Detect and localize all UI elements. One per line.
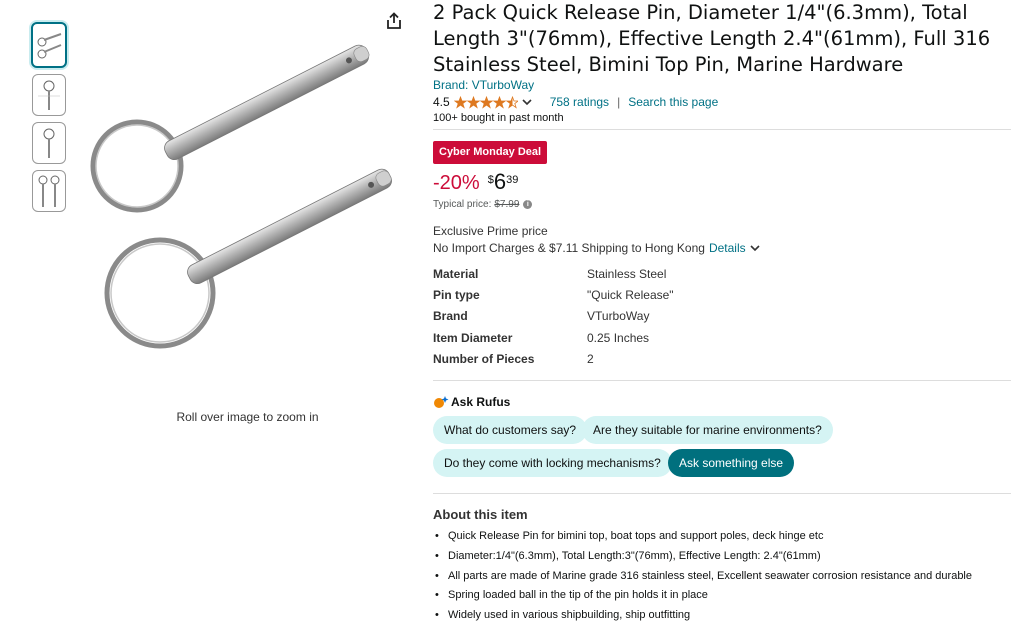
spec-row: Material Stainless Steel [433, 263, 1011, 284]
discount-percent: -20% [433, 172, 480, 194]
separator: | [617, 95, 621, 109]
spec-value: Stainless Steel [587, 266, 667, 281]
divider [433, 380, 1011, 381]
spec-row: Number of Pieces 2 [433, 348, 1011, 369]
spec-key: Material [433, 266, 479, 281]
typical-price-label: Typical price: [433, 199, 492, 210]
list-item: Diameter:1/4"(6.3mm), Total Length:3"(76… [433, 548, 1011, 568]
rufus-chip-marine[interactable]: Are they suitable for marine environment… [582, 416, 833, 444]
ratings-count-link[interactable]: 758 ratings [550, 95, 609, 109]
list-item: Spring loaded ball in the tip of the pin… [433, 587, 1011, 607]
price-row: -20% $ 6 39 [433, 170, 1011, 196]
spec-value: "Quick Release" [587, 287, 674, 302]
spec-value: 2 [587, 351, 594, 366]
main-product-image[interactable] [85, 40, 415, 350]
list-item: All parts are made of Marine grade 316 s… [433, 568, 1011, 588]
spec-row: Item Diameter 0.25 Inches [433, 327, 1011, 348]
spec-row: Pin type "Quick Release" [433, 284, 1011, 305]
share-icon[interactable] [384, 11, 404, 31]
star-icon [453, 95, 518, 109]
typical-price-value: $7.99 [494, 199, 520, 210]
spec-key: Number of Pieces [433, 351, 535, 366]
price-whole: 6 [493, 169, 507, 194]
chevron-down-icon[interactable] [748, 241, 762, 255]
shipping-charges: No Import Charges & $7.11 Shipping to Ho… [433, 241, 705, 255]
shipping-info: No Import Charges & $7.11 Shipping to Ho… [433, 241, 1011, 255]
thumbnail-1[interactable] [31, 22, 67, 68]
list-item: Quick Release Pin for bimini top, boat t… [433, 528, 1011, 548]
about-bullets: Quick Release Pin for bimini top, boat t… [433, 528, 1011, 627]
thumbnail-single-pin-image [43, 128, 55, 158]
zoom-hint: Roll over image to zoom in [176, 410, 319, 424]
star-rating[interactable] [453, 95, 518, 109]
divider [433, 129, 1011, 130]
rufus-chip-locking[interactable]: Do they come with locking mechanisms? [433, 449, 672, 477]
about-title: About this item [433, 507, 528, 522]
prime-price-label: Exclusive Prime price [433, 224, 548, 238]
ask-something-else-button[interactable]: Ask something else [668, 449, 795, 477]
spec-value: VTurboWay [587, 309, 650, 324]
list-item: Widely used in various shipbuilding, shi… [433, 607, 1011, 627]
bought-count: 100+ bought in past month [433, 112, 564, 124]
typical-price: Typical price: $7.99 i [433, 199, 1011, 210]
thumbnail-4[interactable] [32, 170, 66, 212]
rating-row: 4.5 758 ratings | Search this page [433, 94, 1011, 110]
rufus-chip-customers-say[interactable]: What do customers say? [433, 416, 588, 444]
rating-value: 4.5 [433, 95, 450, 109]
spec-value: 0.25 Inches [587, 330, 650, 345]
info-icon[interactable]: i [523, 200, 533, 209]
brand-link[interactable]: Brand: VTurboWay [433, 78, 1011, 92]
spec-key: Item Diameter [433, 330, 513, 345]
chevron-down-icon[interactable] [520, 95, 534, 109]
thumbnail-3[interactable] [32, 122, 66, 164]
thumbnail-dimension-image [38, 80, 60, 110]
rufus-title: Ask Rufus [451, 395, 511, 409]
thumbnail-pair-pins-image [38, 175, 60, 207]
thumbnail-pins-image [37, 33, 62, 59]
divider [433, 493, 1011, 494]
spec-key: Brand [433, 309, 468, 324]
rufus-header: Ask Rufus [433, 395, 1011, 409]
specs-table: Material Stainless Steel Pin type "Quick… [433, 263, 1011, 369]
price-fraction: 39 [506, 174, 519, 186]
shipping-details-link[interactable]: Details [709, 241, 746, 255]
spec-row: Brand VTurboWay [433, 306, 1011, 327]
thumbnail-2[interactable] [32, 74, 66, 116]
rufus-icon [434, 396, 449, 408]
spec-key: Pin type [433, 287, 480, 302]
deal-badge: Cyber Monday Deal [433, 141, 548, 164]
product-title: 2 Pack Quick Release Pin, Diameter 1/4"(… [433, 1, 991, 76]
search-page-link[interactable]: Search this page [628, 95, 718, 109]
